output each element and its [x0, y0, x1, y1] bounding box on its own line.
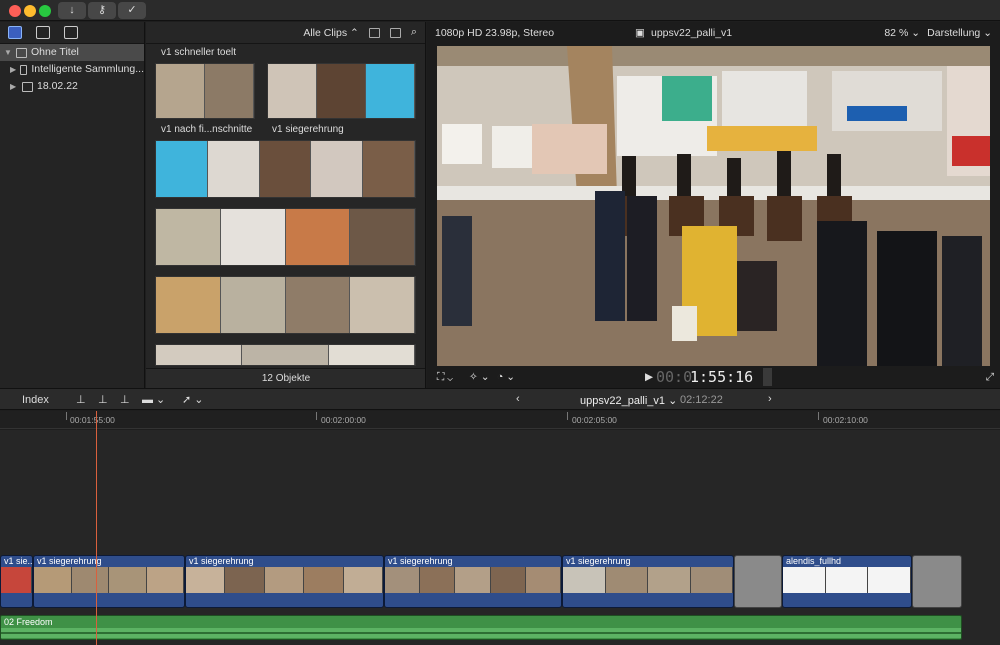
close-window-button[interactable]	[9, 5, 21, 17]
clip-filmstrip[interactable]	[155, 344, 416, 366]
timeline-toolbar: Index ⊥ ⊥ ⊥ ▬ ⌄ ➚ ⌄ ‹ uppsv22_palli_v1 ⌄…	[0, 388, 1000, 410]
browser-header: Alle Clips ⌃ ⌕	[146, 22, 425, 44]
zoom-dropdown[interactable]: 82 % ⌄	[884, 27, 920, 39]
library-item-label: Ohne Titel	[31, 46, 79, 58]
zoom-window-button[interactable]	[39, 5, 51, 17]
viewer-header: 1080p HD 23.98p, Stereo ▣ uppsv22_palli_…	[427, 22, 1000, 44]
library-item[interactable]: ▶ Intelligente Sammlung...	[0, 61, 144, 78]
history-forward-icon[interactable]: ›	[768, 393, 772, 405]
disclosure-open-icon[interactable]: ▼	[4, 44, 12, 61]
timeline-area[interactable]	[0, 430, 1000, 645]
timeline-project-name[interactable]: uppsv22_palli_v1 ⌄	[580, 394, 677, 407]
titles-icon[interactable]	[64, 26, 78, 39]
append-clip-icon[interactable]: ⊥	[120, 393, 130, 406]
clip-filmstrip[interactable]	[155, 208, 416, 266]
import-button[interactable]: ↓	[58, 2, 86, 19]
background-tasks-button[interactable]: ✓	[118, 2, 146, 19]
transition[interactable]	[912, 555, 962, 608]
timeline-clip[interactable]: v1 siegerehrung	[33, 555, 185, 608]
audio-waveform	[1, 628, 961, 638]
enhancement-icon[interactable]: ✧ ⌄	[469, 371, 490, 383]
library-item-label: Intelligente Sammlung...	[31, 63, 144, 75]
clip-filter-dropdown[interactable]: Alle Clips ⌃	[303, 27, 358, 39]
clip-filmstrip[interactable]	[155, 63, 255, 119]
audio-meter	[763, 368, 772, 386]
history-back-icon[interactable]: ‹	[516, 393, 520, 405]
search-icon[interactable]: ⌕	[411, 26, 417, 39]
select-tool-icon[interactable]: ➚ ⌄	[182, 393, 204, 406]
clip-filmstrip[interactable]	[155, 276, 416, 334]
minimize-window-button[interactable]	[24, 5, 36, 17]
format-info: 1080p HD 23.98p, Stereo	[435, 27, 555, 39]
timeline-ruler[interactable]: 00:01:55:00 00:02:00:00 00:02:05:00 00:0…	[0, 411, 1000, 429]
clip-filmstrip[interactable]	[155, 140, 416, 198]
timeline-clip[interactable]: v1 siegerehrung	[384, 555, 562, 608]
object-count: 12 Objekte	[146, 368, 425, 388]
library-tools	[0, 22, 144, 44]
down-arrow-icon: ↓	[69, 4, 75, 16]
clapper-icon[interactable]	[8, 26, 22, 39]
disclosure-closed-icon[interactable]: ▶	[10, 78, 18, 95]
transition[interactable]	[734, 555, 782, 608]
insert-clip-icon[interactable]: ⊥	[98, 393, 108, 406]
timeline-clip[interactable]: alendis_fullhd	[782, 555, 912, 608]
folder-icon	[16, 47, 27, 58]
list-view-icon[interactable]	[368, 27, 380, 38]
clip-appearance-icon[interactable]	[389, 27, 401, 38]
folder-icon	[20, 64, 28, 75]
index-button[interactable]: Index	[22, 394, 49, 406]
timecode-display: 1:55:16	[690, 368, 754, 386]
viewer-project-name: uppsv22_palli_v1	[651, 27, 733, 39]
ruler-tick: 00:02:05:00	[572, 415, 617, 425]
library-item-label: 18.02.22	[37, 80, 78, 92]
folder-icon	[22, 81, 33, 92]
overwrite-clip-icon[interactable]: ▬ ⌄	[142, 393, 165, 406]
photos-icon[interactable]	[36, 26, 50, 39]
timecode-dim: 00:0	[656, 368, 693, 386]
connect-clip-icon[interactable]: ⊥	[76, 393, 86, 406]
timeline-clip[interactable]: v1 siegerehrung	[185, 555, 384, 608]
library-item[interactable]: ▶ 18.02.22	[0, 78, 144, 95]
disclosure-closed-icon[interactable]: ▶	[10, 61, 16, 78]
key-icon: ⚷	[97, 4, 107, 16]
retime-icon[interactable]: ◔ ⌄	[497, 371, 515, 383]
clip-filmstrip[interactable]	[267, 63, 416, 119]
clip-browser: Alle Clips ⌃ ⌕ v1 schneller toelt v1 nac…	[146, 22, 426, 388]
ruler-tick: 00:01:55:00	[70, 415, 115, 425]
ruler-tick: 00:02:10:00	[823, 415, 868, 425]
viewer-frame[interactable]	[437, 46, 990, 366]
viewer: 1080p HD 23.98p, Stereo ▣ uppsv22_palli_…	[427, 22, 1000, 388]
clip-label: v1 siegerehrung	[272, 124, 344, 135]
clip-label: v1 schneller toelt	[161, 47, 237, 58]
ruler-tick: 00:02:00:00	[321, 415, 366, 425]
audio-clip[interactable]: 02 Freedom	[0, 615, 962, 640]
transform-icon[interactable]: ⛶ ⌄	[437, 371, 453, 384]
view-menu[interactable]: Darstellung ⌄	[927, 27, 992, 39]
fullscreen-icon[interactable]: ⤢	[986, 371, 994, 384]
clapper-icon: ▣	[635, 27, 645, 39]
timeline-clip[interactable]: v1 sie...	[0, 555, 33, 608]
window-toolbar: ↓ ⚷ ✓	[0, 0, 1000, 21]
play-icon[interactable]: ▶	[645, 371, 653, 383]
timeline-clip[interactable]: v1 siegerehrung	[562, 555, 734, 608]
library-sidebar: ▼ Ohne Titel ▶ Intelligente Sammlung... ▶ 18.…	[0, 22, 145, 388]
video-frame-image	[437, 46, 990, 366]
clip-label: v1 nach fi...nschnitte	[161, 124, 253, 135]
viewer-controls: ⛶ ⌄ ✧ ⌄ ◔ ⌄ ▶ 00:0 1:55:16 ⤢	[427, 366, 1000, 388]
timeline-duration: 02:12:22	[680, 394, 723, 406]
playhead[interactable]	[96, 411, 97, 645]
keyword-button[interactable]: ⚷	[88, 2, 116, 19]
library-item[interactable]: ▼ Ohne Titel	[0, 44, 144, 61]
checkmark-icon: ✓	[127, 4, 137, 16]
